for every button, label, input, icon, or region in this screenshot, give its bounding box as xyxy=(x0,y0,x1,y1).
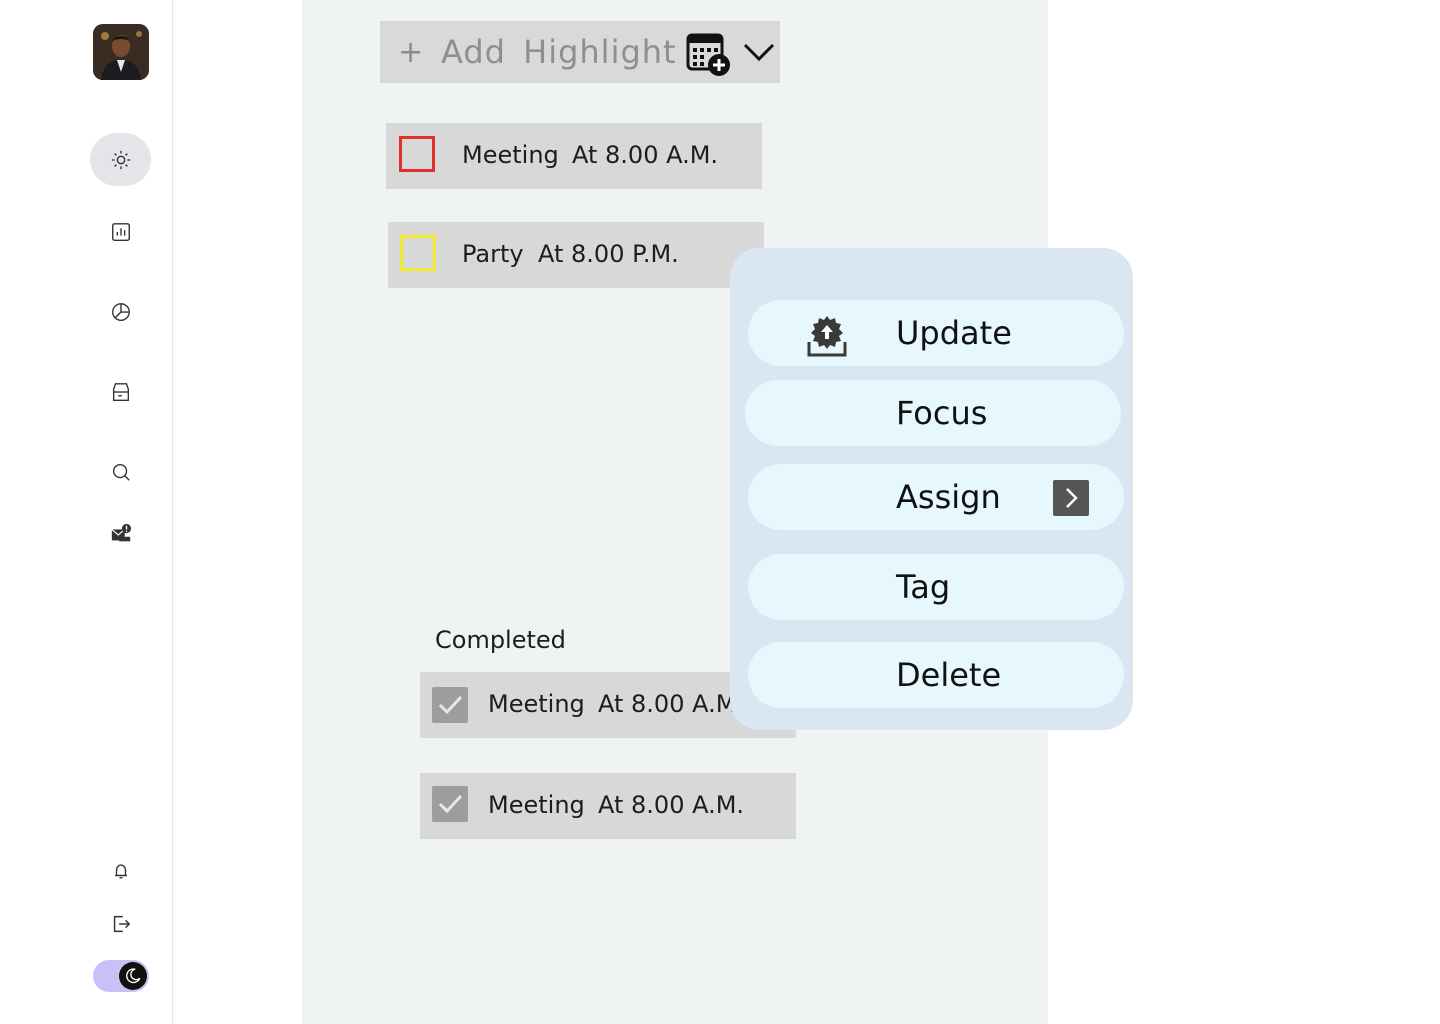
check-icon xyxy=(438,794,463,814)
task-name: Meeting xyxy=(488,690,585,718)
bar-chart-icon xyxy=(111,222,130,241)
theme-toggle-knob xyxy=(119,962,147,990)
nav-mail-button[interactable] xyxy=(90,507,151,560)
completed-heading: Completed xyxy=(435,626,566,654)
task-time: At 8.00 A.M. xyxy=(598,690,745,718)
task-checkbox-checked[interactable] xyxy=(432,786,468,822)
submenu-arrow[interactable] xyxy=(1053,480,1089,516)
task-checkbox[interactable] xyxy=(400,235,436,271)
add-highlight-bar[interactable]: + Add Highlight xyxy=(380,21,780,83)
menu-item-delete[interactable]: Delete xyxy=(748,642,1124,708)
update-icon xyxy=(807,316,847,357)
add-icon[interactable]: + xyxy=(398,35,423,70)
menu-item-label: Delete xyxy=(896,656,1002,694)
sun-icon xyxy=(111,150,130,169)
nav-archive-button[interactable] xyxy=(90,365,151,418)
moon-icon xyxy=(126,968,141,984)
task-time: At 8.00 A.M. xyxy=(572,141,719,169)
avatar[interactable] xyxy=(93,24,149,80)
menu-item-label: Update xyxy=(896,314,1012,352)
task-checkbox[interactable] xyxy=(399,136,435,172)
nav-today-button[interactable] xyxy=(90,133,151,186)
nav-reports-button[interactable] xyxy=(90,285,151,338)
calendar-add-icon[interactable] xyxy=(686,33,732,77)
mail-alert-icon xyxy=(110,523,131,541)
check-icon xyxy=(438,695,463,715)
menu-item-label: Focus xyxy=(896,394,988,432)
task-item[interactable]: Party At 8.00 P.M. xyxy=(388,222,764,288)
add-highlight-input[interactable]: Add Highlight xyxy=(441,33,677,71)
logout-icon xyxy=(113,915,131,933)
task-time: At 8.00 A.M. xyxy=(598,791,745,819)
chevron-right-icon xyxy=(1066,488,1078,508)
task-name: Meeting xyxy=(462,141,559,169)
menu-item-assign[interactable]: Assign xyxy=(748,464,1124,530)
nav-search-button[interactable] xyxy=(90,445,151,498)
menu-item-update[interactable]: Update xyxy=(748,300,1124,366)
archive-icon xyxy=(112,382,129,401)
theme-toggle[interactable] xyxy=(93,960,149,992)
logout-button[interactable] xyxy=(108,911,134,937)
search-icon xyxy=(112,463,130,481)
task-checkbox-checked[interactable] xyxy=(432,687,468,723)
menu-item-focus[interactable]: Focus xyxy=(745,380,1121,446)
completed-task-item[interactable]: Meeting At 8.00 A.M. xyxy=(420,773,796,839)
menu-item-tag[interactable]: Tag xyxy=(748,554,1124,620)
task-name: Meeting xyxy=(488,791,585,819)
nav-stats-button[interactable] xyxy=(90,205,151,258)
sidebar xyxy=(0,0,173,1024)
task-name: Party xyxy=(462,240,524,268)
task-item[interactable]: Meeting At 8.00 A.M. xyxy=(386,123,762,189)
bell-icon xyxy=(115,864,127,879)
menu-item-label: Tag xyxy=(896,568,951,606)
task-context-menu: Update Focus Assign Tag Delete xyxy=(730,248,1133,730)
chevron-down-icon[interactable] xyxy=(742,41,776,63)
pie-chart-icon xyxy=(111,302,130,321)
notifications-button[interactable] xyxy=(108,858,134,884)
menu-item-label: Assign xyxy=(896,478,1001,516)
task-time: At 8.00 P.M. xyxy=(538,240,679,268)
